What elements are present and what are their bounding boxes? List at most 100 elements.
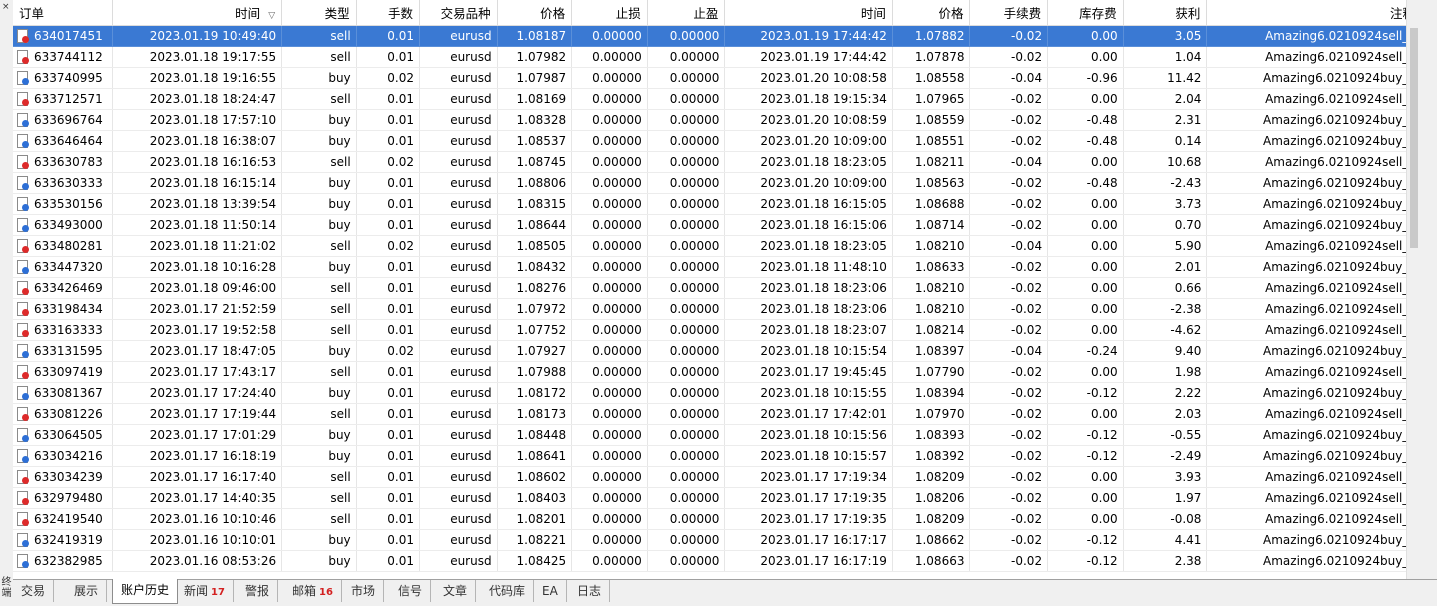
table-row[interactable]: 633740995 2023.01.18 19:16:55 buy 0.02 eurus…	[13, 67, 1422, 89]
table-row[interactable]: 633081367 2023.01.17 17:24:40 buy 0.01 eurus…	[13, 382, 1422, 404]
scrollbar-thumb[interactable]	[1410, 28, 1418, 248]
cell-swap: 0.00	[1047, 235, 1124, 257]
tab-7[interactable]: 信号	[390, 580, 432, 602]
cell-profit: -2.49	[1123, 445, 1208, 467]
table-row[interactable]: 633131595 2023.01.17 18:47:05 buy 0.02 eurus…	[13, 340, 1422, 362]
cell-close-time: 2023.01.18 10:15:56	[724, 424, 893, 446]
cell-stop-loss: 0.00000	[571, 109, 648, 131]
cell-volume: 0.01	[356, 424, 420, 446]
table-row[interactable]: 633198434 2023.01.17 21:52:59 sell 0.01 euru…	[13, 298, 1422, 320]
order-number: 633081367	[34, 386, 103, 400]
cell-order: 632419540	[13, 508, 113, 530]
table-row[interactable]: 633493000 2023.01.18 11:50:14 buy 0.01 eurus…	[13, 214, 1422, 236]
cell-type: buy	[281, 529, 357, 551]
col-header-open-price[interactable]: 价格	[497, 0, 573, 26]
col-header-open-time-label: 时间	[235, 6, 261, 21]
order-number: 633198434	[34, 302, 103, 316]
col-header-close-price[interactable]: 价格	[892, 0, 971, 26]
tab-9[interactable]: 代码库	[481, 580, 535, 602]
cell-profit: 2.31	[1123, 109, 1208, 131]
table-row[interactable]: 633480281 2023.01.18 11:21:02 sell 0.02 euru…	[13, 235, 1422, 257]
tab-0[interactable]: 交易	[13, 580, 55, 602]
cell-open-time: 2023.01.18 10:16:28	[112, 256, 283, 278]
col-header-type[interactable]: 类型	[281, 0, 357, 26]
cell-volume: 0.01	[356, 382, 420, 404]
table-row[interactable]: 633064505 2023.01.17 17:01:29 buy 0.01 eurus…	[13, 424, 1422, 446]
tab-4[interactable]: 警报	[237, 580, 279, 602]
table-row[interactable]: 633034239 2023.01.17 16:17:40 sell 0.01 euru…	[13, 466, 1422, 488]
table-row[interactable]: 634017451 2023.01.19 10:49:40 sell 0.01 euru…	[13, 25, 1422, 47]
cell-close-time: 2023.01.17 17:19:35	[724, 508, 893, 530]
table-row[interactable]: 633034216 2023.01.17 16:18:19 buy 0.01 eurus…	[13, 445, 1422, 467]
col-header-stop-loss[interactable]: 止损	[571, 0, 648, 26]
tab-count-badge: 16	[319, 587, 333, 598]
tab-8[interactable]: 文章	[435, 580, 477, 602]
close-icon[interactable]: ×	[2, 3, 10, 12]
cell-take-profit: 0.00000	[647, 172, 726, 194]
cell-order: 632382985	[13, 550, 113, 572]
col-header-comment[interactable]: 注释	[1206, 0, 1422, 26]
vertical-scrollbar[interactable]	[1406, 0, 1422, 579]
table-row[interactable]: 632979480 2023.01.17 14:40:35 sell 0.01 euru…	[13, 487, 1422, 509]
table-row[interactable]: 633646464 2023.01.18 16:38:07 buy 0.01 eurus…	[13, 130, 1422, 152]
tab-label: 市场	[351, 584, 376, 598]
cell-profit: 11.42	[1123, 67, 1208, 89]
cell-open-price: 1.08276	[497, 277, 573, 299]
tab-3[interactable]: 新闻 17	[176, 580, 234, 602]
cell-swap: -0.12	[1047, 550, 1124, 572]
table-row[interactable]: 633696764 2023.01.18 17:57:10 buy 0.01 eurus…	[13, 109, 1422, 131]
table-row[interactable]: 633630783 2023.01.18 16:16:53 sell 0.02 euru…	[13, 151, 1422, 173]
table-row[interactable]: 633447320 2023.01.18 10:16:28 buy 0.01 eurus…	[13, 256, 1422, 278]
col-header-volume[interactable]: 手数	[356, 0, 420, 26]
cell-type: sell	[281, 319, 357, 341]
col-header-symbol[interactable]: 交易品种	[419, 0, 498, 26]
cell-type: sell	[281, 46, 357, 68]
cell-open-price: 1.08537	[497, 130, 573, 152]
cell-open-price: 1.08425	[497, 550, 573, 572]
col-header-commission[interactable]: 手续费	[969, 0, 1049, 26]
cell-swap: 0.00	[1047, 193, 1124, 215]
cell-stop-loss: 0.00000	[571, 130, 648, 152]
tab-11[interactable]: 日志	[569, 580, 611, 602]
cell-open-price: 1.08448	[497, 424, 573, 446]
tab-label: 文章	[443, 584, 468, 598]
table-row[interactable]: 633744112 2023.01.18 19:17:55 sell 0.01 euru…	[13, 46, 1422, 68]
buy-order-icon	[17, 176, 29, 190]
cell-comment: Amazing6.0210924buy_0	[1206, 172, 1422, 194]
cell-profit: 4.41	[1123, 529, 1208, 551]
tab-1[interactable]: 展示	[66, 580, 108, 602]
table-row[interactable]: 633097419 2023.01.17 17:43:17 sell 0.01 euru…	[13, 361, 1422, 383]
col-header-close-time[interactable]: 时间	[724, 0, 893, 26]
table-row[interactable]: 632419540 2023.01.16 10:10:46 sell 0.01 euru…	[13, 508, 1422, 530]
col-header-take-profit[interactable]: 止盈	[647, 0, 726, 26]
table-row[interactable]: 632382985 2023.01.16 08:53:26 buy 0.01 eurus…	[13, 550, 1422, 572]
cell-open-time: 2023.01.17 17:43:17	[112, 361, 283, 383]
table-row[interactable]: 633081226 2023.01.17 17:19:44 sell 0.01 euru…	[13, 403, 1422, 425]
tab-6[interactable]: 市场	[343, 580, 385, 602]
cell-volume: 0.01	[356, 508, 420, 530]
cell-open-price: 1.07982	[497, 46, 573, 68]
cell-volume: 0.02	[356, 235, 420, 257]
tab-5[interactable]: 邮箱 16	[284, 580, 342, 602]
cell-open-price: 1.07988	[497, 361, 573, 383]
cell-profit: 3.73	[1123, 193, 1208, 215]
cell-open-time: 2023.01.18 17:57:10	[112, 109, 283, 131]
cell-symbol: eurusd	[419, 214, 498, 236]
tab-2[interactable]: 账户历史	[112, 579, 179, 604]
cell-take-profit: 0.00000	[647, 466, 726, 488]
col-header-profit[interactable]: 获利	[1123, 0, 1208, 26]
table-row[interactable]: 632419319 2023.01.16 10:10:01 buy 0.01 eurus…	[13, 529, 1422, 551]
table-row[interactable]: 633630333 2023.01.18 16:15:14 buy 0.01 eurus…	[13, 172, 1422, 194]
tab-10[interactable]: EA	[534, 580, 567, 602]
col-header-open-time[interactable]: 时间 ▽	[112, 0, 283, 26]
table-row[interactable]: 633426469 2023.01.18 09:46:00 sell 0.01 euru…	[13, 277, 1422, 299]
col-header-order[interactable]: 订单	[13, 0, 113, 26]
table-row[interactable]: 633712571 2023.01.18 18:24:47 sell 0.01 euru…	[13, 88, 1422, 110]
cell-open-time: 2023.01.17 16:18:19	[112, 445, 283, 467]
table-row[interactable]: 633163333 2023.01.17 19:52:58 sell 0.01 euru…	[13, 319, 1422, 341]
cell-stop-loss: 0.00000	[571, 466, 648, 488]
table-row[interactable]: 633530156 2023.01.18 13:39:54 buy 0.01 eurus…	[13, 193, 1422, 215]
col-header-swap[interactable]: 库存费	[1047, 0, 1124, 26]
cell-close-time: 2023.01.18 10:15:57	[724, 445, 893, 467]
cell-volume: 0.02	[356, 67, 420, 89]
